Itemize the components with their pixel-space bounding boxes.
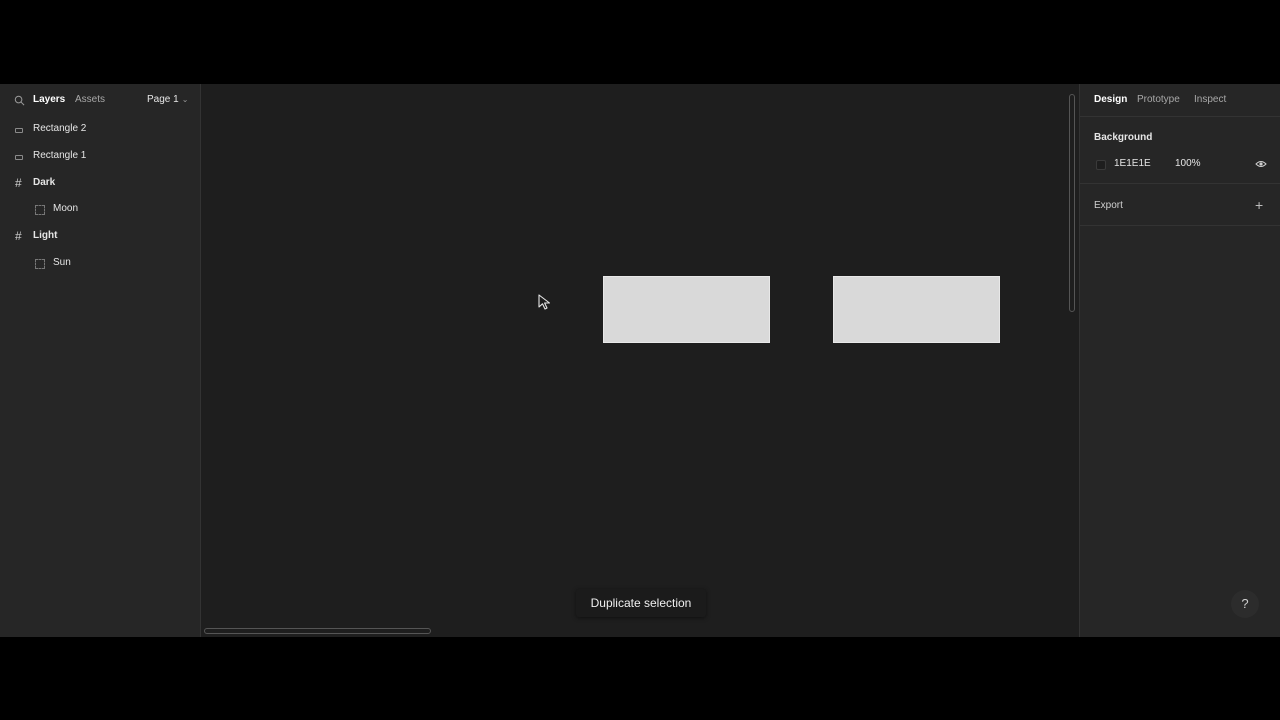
rectangle-1-shape[interactable] (603, 276, 770, 343)
layer-row-light[interactable]: # Light (0, 225, 200, 249)
cursor-arrow-icon (538, 294, 551, 310)
group-icon (35, 259, 45, 269)
background-opacity-input[interactable]: 100% (1175, 158, 1201, 169)
help-button[interactable]: ? (1231, 590, 1259, 618)
chevron-down-icon: ⌄ (181, 95, 189, 104)
layer-label: Rectangle 1 (33, 150, 87, 161)
layer-label: Dark (33, 177, 56, 188)
layer-row-rectangle-1[interactable]: Rectangle 1 (0, 145, 200, 169)
layer-label: Light (33, 230, 58, 241)
rectangle-icon (15, 155, 23, 160)
tab-layers[interactable]: Layers (33, 94, 65, 105)
eye-icon[interactable] (1255, 158, 1267, 170)
group-icon (35, 205, 45, 215)
design-app: Layers Assets Page 1 ⌄ Rectangle 2 Rectan… (0, 84, 1280, 637)
layer-row-dark[interactable]: # Dark (0, 172, 200, 196)
divider (1080, 225, 1280, 226)
frame-icon: # (15, 229, 22, 243)
divider (1080, 183, 1280, 184)
export-section-title: Export (1094, 200, 1123, 211)
layer-label: Moon (53, 203, 79, 214)
tab-inspect[interactable]: Inspect (1194, 94, 1226, 105)
left-panel-tabs: Layers Assets Page 1 ⌄ (0, 84, 200, 116)
tab-prototype[interactable]: Prototype (1137, 94, 1180, 105)
frame-icon: # (15, 176, 22, 190)
horizontal-scrollbar[interactable] (204, 628, 431, 634)
plus-icon[interactable]: + (1255, 197, 1263, 213)
layer-row-rectangle-2[interactable]: Rectangle 2 (0, 118, 200, 142)
background-hex-input[interactable]: 1E1E1E (1114, 158, 1151, 169)
layer-row-moon[interactable]: Moon (0, 198, 200, 222)
vertical-scrollbar[interactable] (1069, 94, 1075, 312)
layer-label: Rectangle 2 (33, 123, 87, 134)
layer-row-sun[interactable]: Sun (0, 252, 200, 276)
properties-panel: Design Prototype Inspect Background 1E1E… (1079, 84, 1280, 637)
toast-notification: Duplicate selection (576, 589, 706, 617)
rectangle-icon (15, 128, 23, 133)
search-icon[interactable] (14, 95, 25, 106)
background-section-title: Background (1094, 132, 1153, 143)
layer-label: Sun (53, 257, 71, 268)
rectangle-2-shape[interactable] (833, 276, 1000, 343)
page-select[interactable]: Page 1 ⌄ (147, 94, 188, 105)
canvas[interactable]: Duplicate selection (201, 84, 1079, 637)
divider (1080, 116, 1280, 117)
tab-assets[interactable]: Assets (75, 94, 105, 105)
background-color-swatch[interactable] (1096, 160, 1106, 170)
tab-design[interactable]: Design (1094, 94, 1127, 105)
page-select-label: Page 1 (147, 94, 179, 105)
layers-panel: Layers Assets Page 1 ⌄ Rectangle 2 Rectan… (0, 84, 201, 637)
